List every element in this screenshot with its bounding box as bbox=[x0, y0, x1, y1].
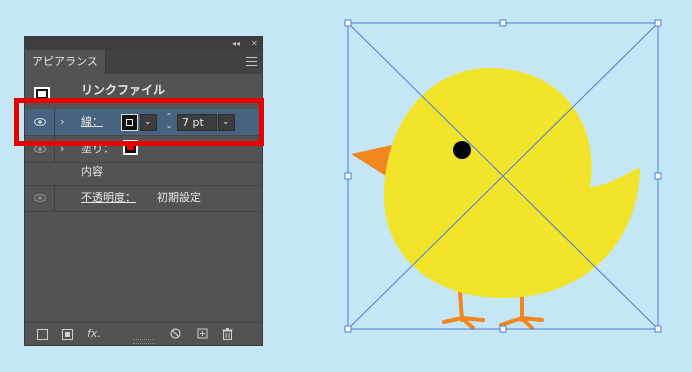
eye-icon[interactable] bbox=[34, 145, 46, 153]
opacity-label[interactable]: 不透明度： bbox=[81, 185, 136, 211]
opacity-value: 初期設定 bbox=[157, 191, 201, 204]
chick-eye bbox=[453, 141, 471, 159]
close-panel-icon[interactable]: ✕ bbox=[251, 37, 258, 50]
chick-body bbox=[383, 68, 640, 299]
contents-label: 内容 bbox=[81, 165, 103, 178]
new-stroke-icon[interactable] bbox=[37, 329, 48, 340]
fx-icon[interactable]: fx. bbox=[87, 328, 101, 340]
appearance-panel: ◂◂ ✕ アピアランス リンクファイル › 線： ⌄ ⌃ ⌄ 7 pt ⌄ › … bbox=[24, 36, 263, 346]
trash-icon[interactable] bbox=[222, 328, 233, 343]
panel-titlebar: ◂◂ ✕ bbox=[25, 37, 262, 50]
panel-tab-row: アピアランス bbox=[25, 50, 262, 74]
tab-appearance[interactable]: アピアランス bbox=[25, 50, 106, 74]
menu-icon[interactable] bbox=[246, 57, 257, 66]
row-contents[interactable]: 内容 bbox=[25, 159, 262, 186]
resize-grip[interactable] bbox=[133, 339, 155, 344]
duplicate-icon[interactable] bbox=[197, 328, 208, 342]
eye-icon[interactable] bbox=[34, 194, 46, 202]
row-opacity[interactable]: 不透明度： 初期設定 bbox=[25, 185, 262, 212]
artboard-artwork bbox=[344, 19, 662, 333]
collapse-panel-icon[interactable]: ◂◂ bbox=[232, 37, 240, 50]
clear-icon[interactable] bbox=[170, 328, 181, 342]
annotation-highlight-box bbox=[14, 98, 264, 146]
new-fill-icon[interactable] bbox=[62, 329, 73, 340]
row-divider bbox=[54, 185, 55, 211]
